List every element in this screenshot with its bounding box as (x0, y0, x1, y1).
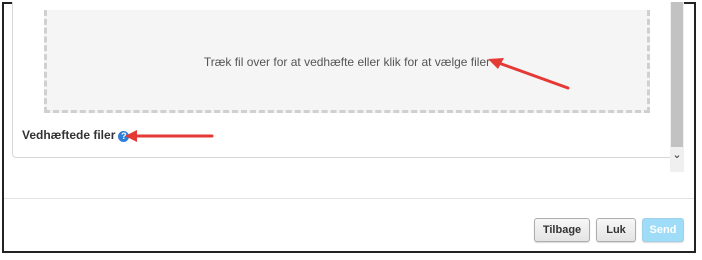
arrow-to-dropzone-icon (488, 58, 570, 90)
arrow-to-attached-files-icon (125, 130, 214, 142)
annotation-arrows (125, 58, 570, 142)
